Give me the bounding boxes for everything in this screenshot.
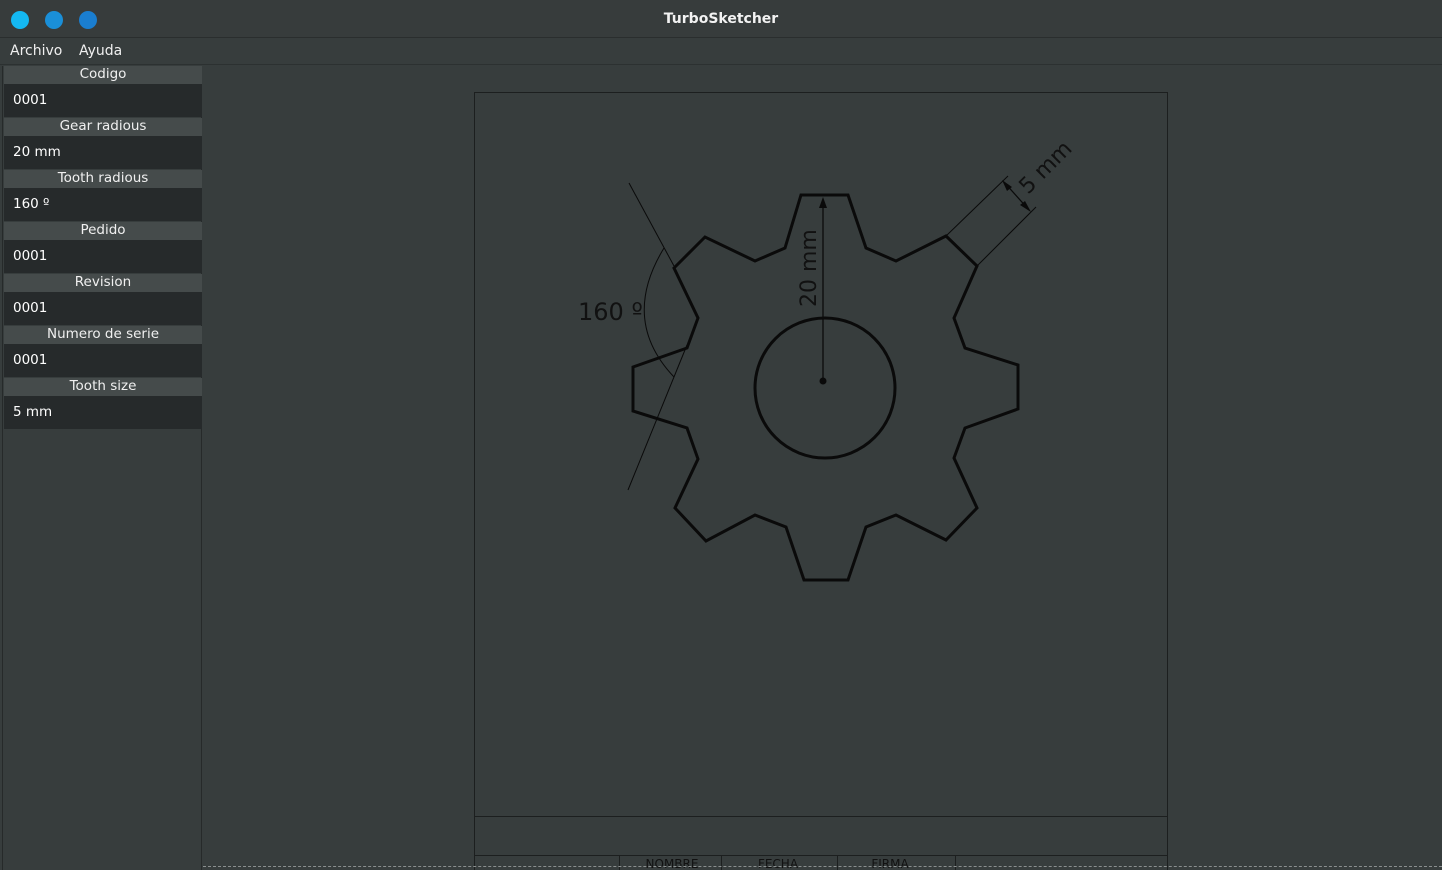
title-block-firma: FIRMA [871,857,909,870]
gear-outline [631,193,1020,582]
drawing-sheet[interactable]: NOMBRE FECHA FIRMA 20 mm 160 º 5 mm [0,0,1442,870]
angle-arc [643,247,675,378]
radius-arrowhead [819,197,827,208]
sheet-border [474,92,1168,870]
tooth-size-extension-line-1 [945,175,1009,237]
angle-extension-line-upper [628,182,675,267]
tooth-size-dimension-label: 5 mm [1015,136,1078,199]
radius-dimension-label: 20 mm [797,229,822,307]
title-block-nombre: NOMBRE [646,857,699,870]
gear-bore-circle [753,316,897,460]
tooth-size-extension-line-2 [976,206,1037,267]
title-block-fecha: FECHA [758,857,799,870]
angle-dimension-label: 160 º [578,298,643,326]
app-window: TurboSketcher Archivo Ayuda Codigo 0001 … [0,0,1442,870]
canvas-bottom-divider [203,866,1442,867]
